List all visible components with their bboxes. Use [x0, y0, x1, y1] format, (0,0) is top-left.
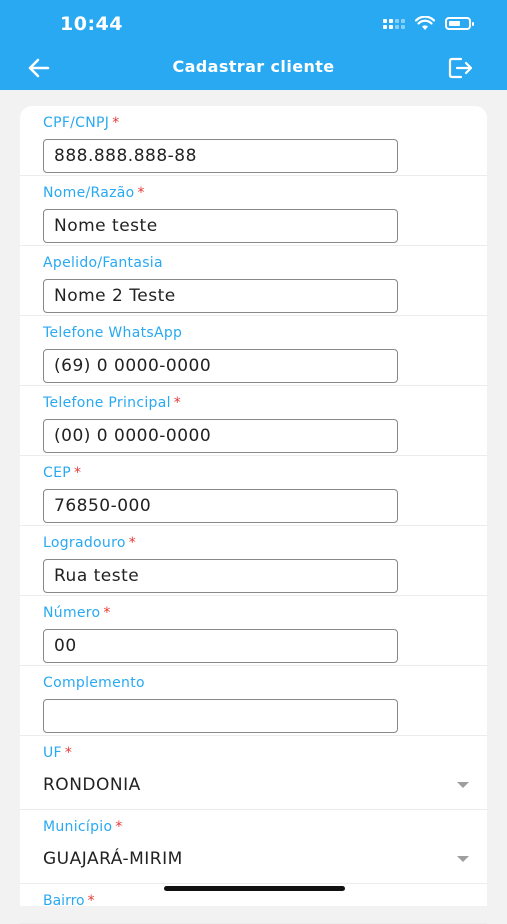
field-logradouro: Logradouro * Rua teste — [20, 526, 487, 596]
cep-input[interactable]: 76850-000 — [43, 489, 398, 523]
apelido-fantasia-input[interactable]: Nome 2 Teste — [43, 279, 398, 313]
battery-icon — [445, 17, 474, 30]
numero-input[interactable]: 00 — [43, 629, 398, 663]
form-card: CPF/CNPJ * 888.888.888-88 Nome/Razão * Nom… — [20, 106, 487, 924]
uf-select[interactable]: UF * RONDONIA — [20, 736, 487, 810]
field-label: CPF/CNPJ * — [43, 115, 120, 131]
chevron-down-icon — [457, 856, 469, 862]
page-title: Cadastrar cliente — [172, 57, 335, 76]
field-cep: CEP * 76850-000 — [20, 456, 487, 526]
uf-value: RONDONIA — [43, 775, 141, 795]
complemento-input[interactable] — [43, 699, 398, 733]
field-telefone-whatsapp: Telefone WhatsApp (69) 0 0000-0000 — [20, 316, 487, 386]
field-label: Telefone WhatsApp — [43, 325, 183, 341]
field-cpf-cnpj: CPF/CNPJ * 888.888.888-88 — [20, 106, 487, 176]
field-apelido-fantasia: Apelido/Fantasia Nome 2 Teste — [20, 246, 487, 316]
field-label: Bairro * — [43, 893, 95, 909]
field-label: Apelido/Fantasia — [43, 255, 163, 271]
field-label: Telefone Principal * — [43, 395, 182, 411]
field-numero: Número * 00 — [20, 596, 487, 666]
field-complemento: Complemento — [20, 666, 487, 736]
telefone-whatsapp-input[interactable]: (69) 0 0000-0000 — [43, 349, 398, 383]
status-icons — [383, 16, 474, 31]
field-label: Número * — [43, 605, 111, 621]
field-label: Nome/Razão * — [43, 185, 145, 201]
cpf-cnpj-input[interactable]: 888.888.888-88 — [43, 139, 398, 173]
municipio-select[interactable]: Município * GUAJARÁ-MIRIM — [20, 810, 487, 884]
home-indicator — [164, 886, 345, 891]
app-header: 10:44 Cadastrar cliente — [0, 0, 507, 90]
field-label: UF * — [43, 745, 73, 761]
field-label: CEP * — [43, 465, 82, 481]
logradouro-input[interactable]: Rua teste — [43, 559, 398, 593]
telefone-principal-input[interactable]: (00) 0 0000-0000 — [43, 419, 398, 453]
field-label: Logradouro * — [43, 535, 136, 551]
logout-icon[interactable] — [447, 55, 473, 81]
field-label: Município * — [43, 819, 123, 835]
municipio-value: GUAJARÁ-MIRIM — [43, 849, 183, 869]
signal-icon — [383, 18, 405, 29]
field-telefone-principal: Telefone Principal * (00) 0 0000-0000 — [20, 386, 487, 456]
status-time: 10:44 — [60, 13, 123, 35]
field-nome-razao: Nome/Razão * Nome teste — [20, 176, 487, 246]
field-label: Complemento — [43, 675, 145, 691]
chevron-down-icon — [457, 782, 469, 788]
wifi-icon — [415, 16, 435, 30]
nome-razao-input[interactable]: Nome teste — [43, 209, 398, 243]
